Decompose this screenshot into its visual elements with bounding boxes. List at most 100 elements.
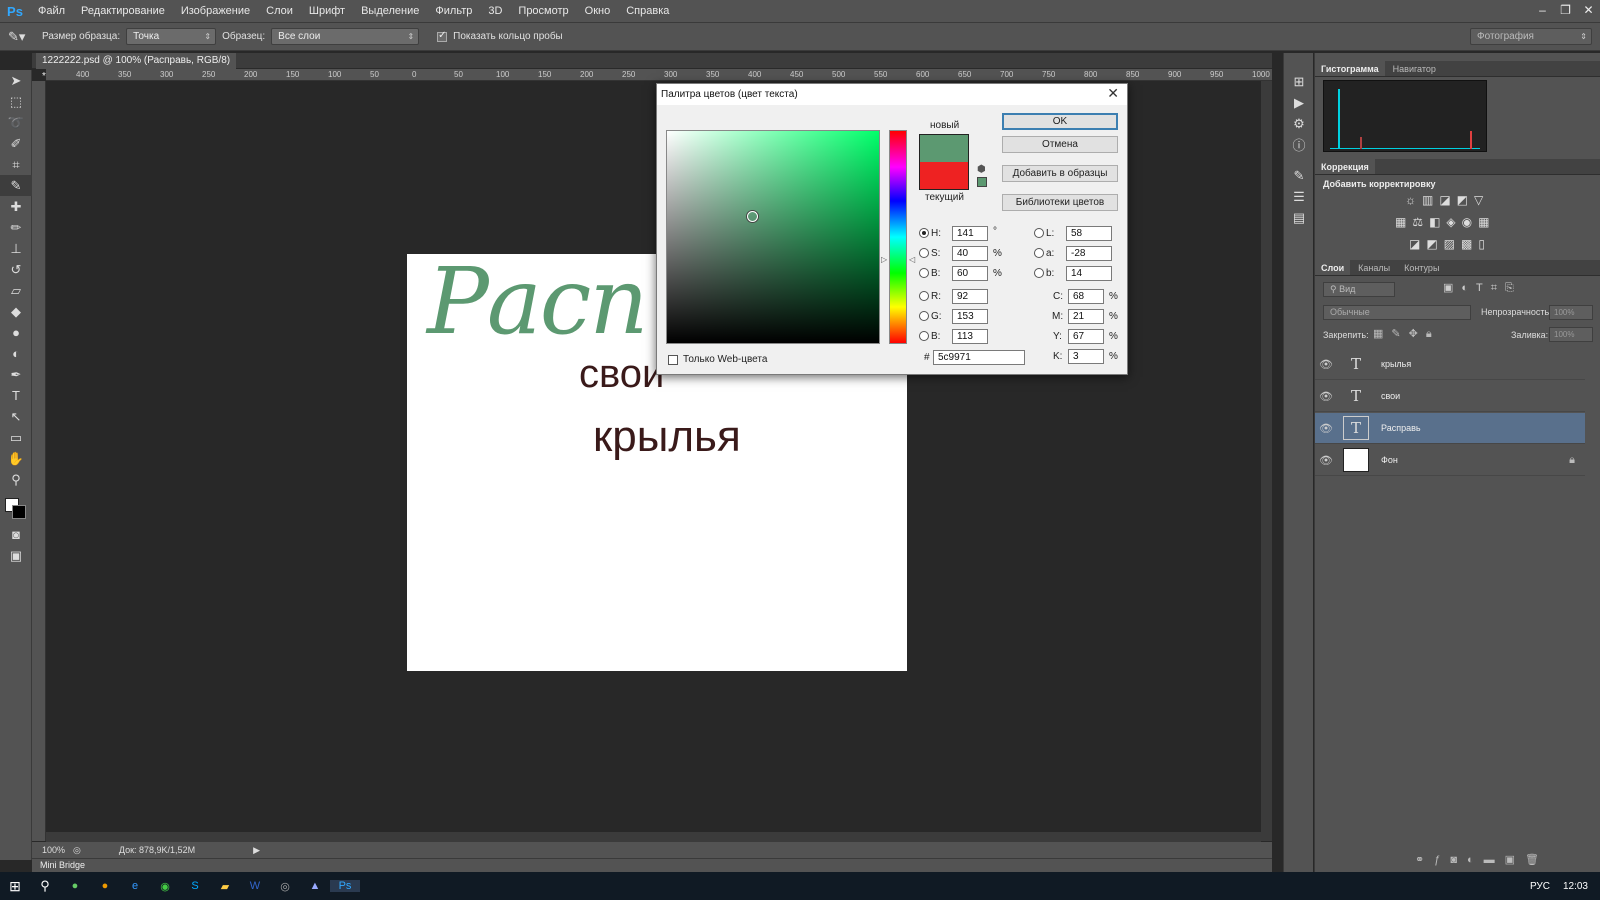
app-icon-3[interactable]: ◎ <box>270 880 300 893</box>
move-tool-icon[interactable]: ➤ <box>0 70 32 91</box>
path-select-tool-icon[interactable]: ↖ <box>0 406 32 427</box>
menu-file[interactable]: Файл <box>30 0 73 23</box>
windows-start-icon[interactable]: ⊞ <box>0 878 30 895</box>
lasso-tool-icon[interactable]: ➰ <box>0 112 32 133</box>
properties-panel-icon[interactable]: ⚙ <box>1284 113 1314 134</box>
vertical-scrollbar[interactable] <box>1261 81 1272 841</box>
r-radio[interactable] <box>919 291 929 301</box>
horizontal-scrollbar[interactable] <box>46 832 1261 842</box>
layer-row[interactable]: 👁︎ Фон 🔒︎ <box>1315 445 1585 476</box>
color-libraries-button[interactable]: Библиотеки цветов <box>1002 194 1118 211</box>
brush-tool-icon[interactable]: ✏ <box>0 217 32 238</box>
menu-edit[interactable]: Редактирование <box>73 0 173 23</box>
layer-row-selected[interactable]: 👁︎ T Расправь <box>1315 413 1585 444</box>
menu-view[interactable]: Просмотр <box>510 0 576 23</box>
l-input[interactable]: 58 <box>1066 226 1112 241</box>
hue-slider[interactable] <box>889 130 907 344</box>
a-input[interactable]: -28 <box>1066 246 1112 261</box>
actions-panel-icon[interactable]: ▶ <box>1284 92 1314 113</box>
color-field-cursor[interactable] <box>747 211 758 222</box>
menu-image[interactable]: Изображение <box>173 0 258 23</box>
type-tool-icon[interactable]: T <box>0 385 32 406</box>
web-safe-swatch-icon[interactable] <box>977 177 987 187</box>
marquee-tool-icon[interactable]: ⬚ <box>0 91 32 112</box>
hue-slider-left-arrow-icon[interactable]: ▷ <box>881 255 887 264</box>
minimize-icon[interactable]: – <box>1531 0 1554 20</box>
color-swatches[interactable] <box>0 490 31 524</box>
lock-icons[interactable]: ▦✎✥🔒︎ <box>1373 327 1440 341</box>
menu-filter[interactable]: Фильтр <box>427 0 480 23</box>
blue-radio[interactable] <box>919 331 929 341</box>
history-brush-icon[interactable]: ↺ <box>0 259 32 280</box>
g-radio[interactable] <box>919 311 929 321</box>
layer-filter-icons[interactable]: ▣◐T⌗⎘ <box>1443 281 1522 295</box>
menu-type[interactable]: Шрифт <box>301 0 353 23</box>
status-menu-arrow-icon[interactable]: ▶ <box>253 845 260 856</box>
search-icon[interactable]: ⚲ <box>30 878 60 894</box>
document-tab[interactable]: 1222222.psd @ 100% (Расправь, RGB/8) * × <box>36 53 236 82</box>
workspace-select[interactable]: Фотография <box>1470 28 1592 45</box>
s-radio[interactable] <box>919 248 929 258</box>
gamut-warning-icon[interactable]: ⬢ <box>977 164 986 175</box>
pen-tool-icon[interactable]: ✒ <box>0 364 32 385</box>
hand-tool-icon[interactable]: ✋ <box>0 448 32 469</box>
menu-help[interactable]: Справка <box>618 0 677 23</box>
h-radio[interactable] <box>919 228 929 238</box>
quick-mask-icon[interactable]: ◙ <box>0 524 32 545</box>
app-icon-1[interactable]: ● <box>60 880 90 892</box>
m-input[interactable]: 21 <box>1068 309 1104 324</box>
b-radio[interactable] <box>919 268 929 278</box>
h-input[interactable]: 141 <box>952 226 988 241</box>
crop-tool-icon[interactable]: ⌗ <box>0 154 32 175</box>
edge-icon[interactable]: e <box>120 880 150 892</box>
blue-input[interactable]: 113 <box>952 329 988 344</box>
healing-tool-icon[interactable]: ✚ <box>0 196 32 217</box>
blur-tool-icon[interactable]: ● <box>0 322 32 343</box>
eye-icon[interactable]: 👁︎ <box>1315 390 1337 403</box>
skype-icon[interactable]: S <box>180 880 210 892</box>
eyedropper-tool-icon[interactable]: ✎ <box>0 175 32 196</box>
dodge-tool-icon[interactable]: ◐ <box>0 343 32 364</box>
sample-size-select[interactable]: Точка <box>126 28 217 45</box>
chrome-icon[interactable]: ◉ <box>150 880 180 893</box>
s-input[interactable]: 40 <box>952 246 988 261</box>
l-radio[interactable] <box>1034 228 1044 238</box>
history-panel-icon[interactable]: ⊞ <box>1284 71 1314 92</box>
tab-layers[interactable]: Слои <box>1315 260 1351 275</box>
ok-button[interactable]: OK <box>1002 113 1118 130</box>
eye-icon[interactable]: 👁︎ <box>1315 454 1337 467</box>
explorer-icon[interactable]: ▰ <box>210 880 240 893</box>
tab-navigator[interactable]: Навигатор <box>1387 61 1442 76</box>
brush-panel-icon[interactable]: ✎ <box>1284 165 1314 186</box>
tab-paths[interactable]: Контуры <box>1398 260 1445 275</box>
clock[interactable]: 12:03 <box>1563 881 1588 892</box>
web-colors-only-checkbox[interactable] <box>668 355 678 365</box>
lab-b-radio[interactable] <box>1034 268 1044 278</box>
hue-slider-right-arrow-icon[interactable]: ◁ <box>909 255 915 264</box>
current-color-swatch[interactable] <box>919 162 969 190</box>
info-panel-icon[interactable]: ⓘ <box>1284 134 1314 155</box>
zoom-tool-icon[interactable]: ⚲ <box>0 469 32 490</box>
zoom-level[interactable]: 100% <box>42 845 65 855</box>
stamp-tool-icon[interactable]: ⊥ <box>0 238 32 259</box>
photoshop-taskbar-icon[interactable]: Ps <box>330 880 360 892</box>
bucket-tool-icon[interactable]: ◆ <box>0 301 32 322</box>
tab-correction[interactable]: Коррекция <box>1315 159 1375 174</box>
layer-filter-select[interactable]: ⚲ Вид <box>1323 282 1395 297</box>
menu-select[interactable]: Выделение <box>353 0 427 23</box>
adjust-panel-icon[interactable]: ☰ <box>1284 186 1314 207</box>
language-indicator[interactable]: РУС <box>1530 881 1550 892</box>
lab-b-input[interactable]: 14 <box>1066 266 1112 281</box>
layer-row[interactable]: 👁︎ T крылья <box>1315 349 1585 380</box>
sample-select[interactable]: Все слои <box>271 28 420 45</box>
color-field[interactable] <box>666 130 880 344</box>
mini-bridge-tab[interactable]: Mini Bridge <box>32 858 1272 872</box>
add-to-swatches-button[interactable]: Добавить в образцы <box>1002 165 1118 182</box>
adjustment-icons-row-1[interactable]: ☼▥◪◩▽ <box>1405 193 1489 207</box>
eye-icon[interactable]: 👁︎ <box>1315 422 1337 435</box>
quick-select-tool-icon[interactable]: ✐ <box>0 133 32 154</box>
r-input[interactable]: 92 <box>952 289 988 304</box>
rectangle-tool-icon[interactable]: ▭ <box>0 427 32 448</box>
eraser-tool-icon[interactable]: ▱ <box>0 280 32 301</box>
word-icon[interactable]: W <box>240 880 270 892</box>
